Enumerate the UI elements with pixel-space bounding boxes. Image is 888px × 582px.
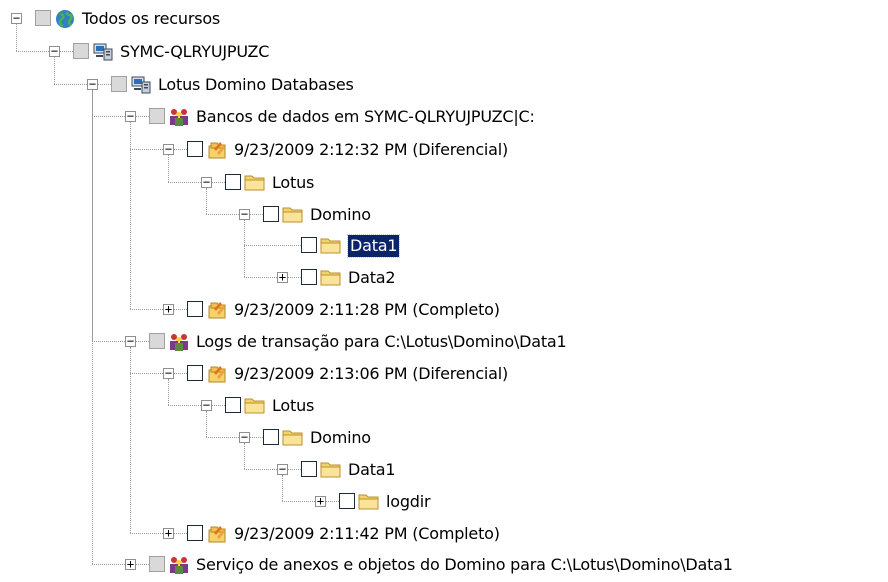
folder-icon [320,235,342,255]
checkbox[interactable] [187,525,203,541]
checkbox[interactable] [225,174,241,190]
checkbox[interactable] [149,556,165,572]
checkbox[interactable] [111,76,127,92]
tree-node-bancos-de-dados[interactable]: − Bancos de dados em SYMC-QLRYUJPUZC|C: [0,102,880,134]
checkbox[interactable] [263,206,279,222]
checkbox[interactable] [301,237,317,253]
node-label: SYMC-QLRYUJPUZC [120,42,270,61]
node-label: logdir [386,492,431,511]
collapse-button[interactable]: − [239,208,250,220]
collapse-button[interactable]: − [163,367,174,379]
database-group-icon [168,331,190,351]
checkbox[interactable] [73,43,89,59]
node-label: 9/23/2009 2:11:28 PM (Completo) [234,300,500,319]
tree-node-symc-server[interactable]: − SYMC-QLRYUJPUZC [0,37,880,69]
folder-icon [244,395,266,415]
backup-set-icon [206,363,228,383]
collapse-button[interactable]: − [125,335,136,347]
backup-set-icon [206,299,228,319]
tree-node-folder-lotus[interactable]: − Lotus [0,391,880,423]
folder-icon [244,172,266,192]
node-label: Lotus [272,396,315,415]
node-label: 9/23/2009 2:13:06 PM (Diferencial) [234,364,509,383]
collapse-button[interactable]: − [11,12,22,24]
backup-set-icon [206,139,228,159]
folder-icon [282,427,304,447]
tree-node-folder-data1[interactable]: − Data1 [0,455,880,487]
folder-icon [320,267,342,287]
tree-node-backup-set[interactable]: + 9/23/2009 2:11:42 PM (Completo) [0,519,880,551]
expand-button[interactable]: + [315,495,326,507]
collapse-button[interactable]: − [201,399,212,411]
collapse-button[interactable]: − [239,431,250,443]
folder-icon [358,491,380,511]
collapse-button[interactable]: − [163,143,174,155]
node-label: Lotus Domino Databases [158,75,354,94]
expand-button[interactable]: + [163,303,174,315]
tree-node-folder-lotus[interactable]: − Lotus [0,168,880,200]
collapse-button[interactable]: − [87,78,98,90]
database-group-icon [168,554,190,574]
checkbox[interactable] [187,141,203,157]
computer-icon [92,41,114,61]
node-label: Domino [310,205,371,224]
computer-icon [130,74,152,94]
tree-node-folder-domino[interactable]: − Domino [0,423,880,455]
tree-node-folder-domino[interactable]: − Domino [0,200,880,232]
node-label: 9/23/2009 2:12:32 PM (Diferencial) [234,140,509,159]
node-label: Domino [310,428,371,447]
expand-button[interactable]: + [125,558,136,570]
checkbox[interactable] [225,397,241,413]
node-label: Todos os recursos [82,9,221,28]
database-group-icon [168,106,190,126]
folder-icon [320,459,342,479]
checkbox[interactable] [187,301,203,317]
checkbox[interactable] [301,269,317,285]
collapse-button[interactable]: − [125,110,136,122]
tree-node-folder-logdir[interactable]: + logdir [0,487,880,519]
checkbox[interactable] [263,429,279,445]
node-label: 9/23/2009 2:11:42 PM (Completo) [234,524,500,543]
tree-node-transaction-logs[interactable]: − Logs de transação para C:\Lotus\Domino… [0,327,880,359]
node-label: Data2 [348,268,396,287]
node-label: Serviço de anexos e objetos do Domino pa… [196,555,733,574]
expand-button[interactable]: + [277,271,288,283]
expand-button[interactable]: + [163,527,174,539]
collapse-button[interactable]: − [201,176,212,188]
checkbox[interactable] [149,333,165,349]
tree-node-lotus-domino-databases[interactable]: − Lotus Domino Databases [0,70,880,102]
node-label: Bancos de dados em SYMC-QLRYUJPUZC|C: [196,107,535,126]
collapse-button[interactable]: − [49,45,60,57]
checkbox[interactable] [35,10,51,26]
node-label: Logs de transação para C:\Lotus\Domino\D… [196,332,567,351]
tree-node-folder-data2[interactable]: + Data2 [0,263,880,295]
checkbox[interactable] [187,365,203,381]
globe-icon [54,8,76,28]
collapse-button[interactable]: − [277,463,288,475]
checkbox[interactable] [149,108,165,124]
tree-node-folder-data1-selected[interactable]: Data1 [0,231,880,263]
resource-tree: − Todos os recursos − SYMC-QLRYUJPUZC − … [0,0,888,578]
tree-node-backup-set[interactable]: + 9/23/2009 2:11:28 PM (Completo) [0,295,880,327]
tree-node-backup-set[interactable]: − 9/23/2009 2:13:06 PM (Diferencial) [0,359,880,391]
tree-node-todos-os-recursos[interactable]: − Todos os recursos [0,4,880,36]
backup-set-icon [206,523,228,543]
folder-icon [282,204,304,224]
node-label: Data1 [346,234,401,258]
tree-node-attachment-service[interactable]: + Serviço de anexos e objetos do Domino … [0,550,880,582]
checkbox[interactable] [301,461,317,477]
tree-node-backup-set[interactable]: − 9/23/2009 2:12:32 PM (Diferencial) [0,135,880,167]
node-label: Data1 [348,460,396,479]
checkbox[interactable] [339,493,355,509]
node-label: Lotus [272,173,315,192]
